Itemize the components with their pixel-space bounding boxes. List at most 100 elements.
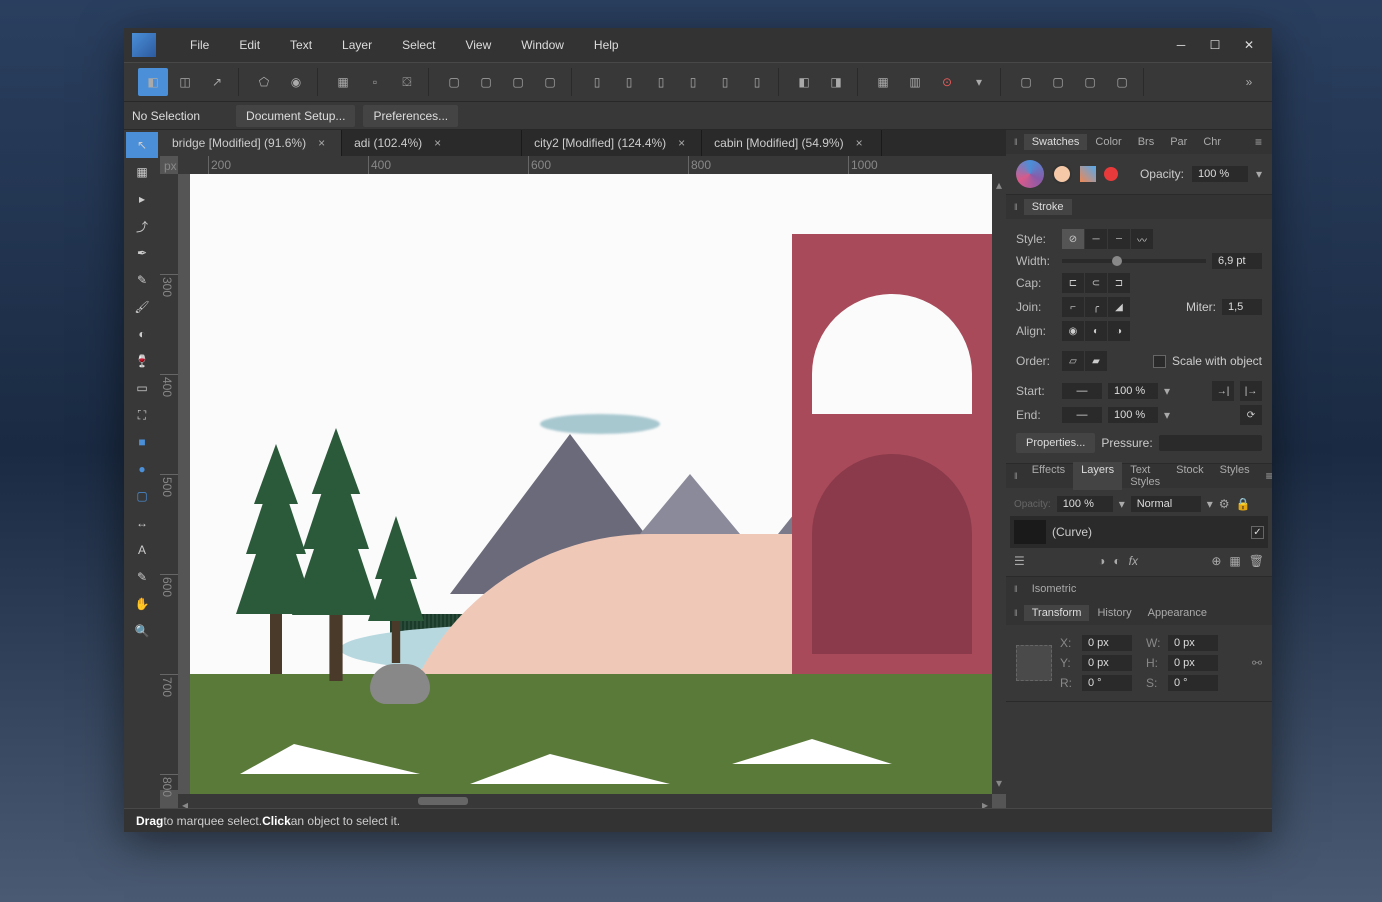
menu-view[interactable]: View <box>451 34 505 56</box>
crop-tool-icon[interactable]: ⛶ <box>126 402 158 428</box>
color-swatch-icon[interactable] <box>1016 160 1044 188</box>
dropdown-icon[interactable]: ▾ <box>1164 408 1170 422</box>
menu-text[interactable]: Text <box>276 34 326 56</box>
tab-isometric[interactable]: Isometric <box>1024 581 1085 597</box>
panel-grab-icon[interactable]: ‖ <box>1010 584 1022 594</box>
menu-edit[interactable]: Edit <box>225 34 274 56</box>
panel-grab-icon[interactable]: ‖ <box>1010 137 1022 147</box>
dropdown-icon[interactable]: ▾ <box>1119 497 1125 511</box>
order-behind-icon[interactable]: ▱ <box>1062 351 1084 371</box>
ruler-horizontal[interactable]: px 2004006008001000 <box>178 156 1006 174</box>
add-pixel-icon[interactable]: ▦ <box>1229 554 1240 568</box>
text-tool-icon[interactable]: A <box>126 537 158 563</box>
properties-button[interactable]: Properties... <box>1016 433 1095 453</box>
layer-name[interactable]: (Curve) <box>1052 525 1092 539</box>
arrow-place-end-icon[interactable]: |→ <box>1240 381 1262 401</box>
start-arrow-dropdown[interactable]: — <box>1062 383 1102 399</box>
join-round-icon[interactable]: ╭ <box>1085 297 1107 317</box>
menu-window[interactable]: Window <box>507 34 578 56</box>
preferences-button[interactable]: Preferences... <box>363 105 458 127</box>
dropdown-icon[interactable]: ▾ <box>1164 384 1170 398</box>
align-4-icon[interactable]: ▯ <box>678 68 708 96</box>
style-brush-icon[interactable]: 〰 <box>1131 229 1153 249</box>
snap-magnet-icon[interactable]: ⊙ <box>932 68 962 96</box>
persona-vector-icon[interactable]: ◫ <box>170 68 200 96</box>
document-tab[interactable]: cabin [Modified] (54.9%)× <box>702 130 882 156</box>
layer-opacity-value[interactable]: 100 % <box>1057 496 1113 512</box>
tab-close-icon[interactable]: × <box>314 136 329 150</box>
maximize-button[interactable]: ☐ <box>1200 33 1230 57</box>
hand-tool-icon[interactable]: ✋ <box>126 591 158 617</box>
tab-stroke[interactable]: Stroke <box>1024 199 1072 215</box>
transparency-tool-icon[interactable]: 🍷 <box>126 348 158 374</box>
miter-value[interactable]: 1,5 <box>1222 299 1262 315</box>
menu-help[interactable]: Help <box>580 34 633 56</box>
blend-mode-dropdown[interactable]: Normal <box>1131 496 1201 512</box>
recent-color-swatch[interactable] <box>1104 167 1118 181</box>
select-all-icon[interactable]: ▦ <box>328 68 358 96</box>
fill-tool-icon[interactable]: ◐ <box>126 321 158 347</box>
align-center-icon[interactable]: ◉ <box>1062 321 1084 341</box>
tool-b-icon[interactable]: ◉ <box>281 68 311 96</box>
h-input[interactable]: 0 px <box>1168 655 1218 671</box>
place-image-tool-icon[interactable]: ▭ <box>126 375 158 401</box>
opacity-dropdown-icon[interactable]: ▾ <box>1256 167 1262 181</box>
join-miter-icon[interactable]: ⌐ <box>1062 297 1084 317</box>
ellipse-tool-icon[interactable]: ● <box>126 456 158 482</box>
move-tool-icon[interactable]: ↖ <box>126 132 158 158</box>
cap-butt-icon[interactable]: ⊏ <box>1062 273 1084 293</box>
pencil-tool-icon[interactable]: ✎ <box>126 267 158 293</box>
align-inside-icon[interactable]: ◐ <box>1085 321 1107 341</box>
close-button[interactable]: ✕ <box>1234 33 1264 57</box>
misc-2-icon[interactable]: ▢ <box>1043 68 1073 96</box>
panel-grab-icon[interactable]: ‖ <box>1010 202 1022 212</box>
tab-stock[interactable]: Stock <box>1168 462 1212 490</box>
style-none-icon[interactable]: ⊘ <box>1062 229 1084 249</box>
fill-color-swatch[interactable] <box>1052 164 1072 184</box>
canvas[interactable] <box>190 174 992 794</box>
eyedropper-swatch-icon[interactable] <box>1080 166 1096 182</box>
arrow-place-start-icon[interactable]: →| <box>1212 381 1234 401</box>
artboard-tool-icon[interactable]: ▦ <box>126 159 158 185</box>
panel-grab-icon[interactable]: ‖ <box>1010 608 1022 618</box>
brush-tool-icon[interactable]: 🖌 <box>126 294 158 320</box>
pen-tool-icon[interactable]: ✒ <box>126 240 158 266</box>
tab-text-styles[interactable]: Text Styles <box>1122 462 1168 490</box>
end-arrow-dropdown[interactable]: — <box>1062 407 1102 423</box>
s-input[interactable]: 0 ° <box>1168 675 1218 691</box>
align-outside-icon[interactable]: ◑ <box>1108 321 1130 341</box>
scale-checkbox[interactable] <box>1153 355 1166 368</box>
align-3-icon[interactable]: ▯ <box>646 68 676 96</box>
anchor-widget[interactable] <box>1016 645 1052 681</box>
ruler-vertical[interactable]: 300400500600700800 <box>160 174 178 790</box>
tab-chr[interactable]: Chr <box>1195 134 1229 150</box>
width-slider[interactable] <box>1062 259 1206 263</box>
menu-select[interactable]: Select <box>388 34 449 56</box>
tab-effects[interactable]: Effects <box>1024 462 1073 490</box>
adjust-icon[interactable]: ◐ <box>1113 554 1120 568</box>
flip-h-icon[interactable]: ◧ <box>789 68 819 96</box>
node-tool-icon[interactable]: ▸ <box>126 186 158 212</box>
style-dash-icon[interactable]: ┄ <box>1108 229 1130 249</box>
menu-layer[interactable]: Layer <box>328 34 386 56</box>
rectangle-tool-icon[interactable]: ■ <box>126 429 158 455</box>
x-input[interactable]: 0 px <box>1082 635 1132 651</box>
panel-menu-icon[interactable]: ≡ <box>1249 135 1268 149</box>
start-pct[interactable]: 100 % <box>1108 383 1158 399</box>
arrange-3-icon[interactable]: ▢ <box>503 68 533 96</box>
link-dims-icon[interactable]: ⚯ <box>1252 656 1262 670</box>
flip-v-icon[interactable]: ◨ <box>821 68 851 96</box>
snap-guide-icon[interactable]: ▥ <box>900 68 930 96</box>
lock-icon[interactable]: 🔒 <box>1236 497 1251 511</box>
order-front-icon[interactable]: ▰ <box>1085 351 1107 371</box>
tab-par[interactable]: Par <box>1162 134 1195 150</box>
panel-menu-icon[interactable]: ≡ <box>1260 469 1272 483</box>
align-2-icon[interactable]: ▯ <box>614 68 644 96</box>
scrollbar-vertical[interactable]: ▴▾ <box>992 174 1006 794</box>
snap-grid-icon[interactable]: ▦ <box>868 68 898 96</box>
cap-round-icon[interactable]: ⊂ <box>1085 273 1107 293</box>
tab-brs[interactable]: Brs <box>1130 134 1163 150</box>
tab-color[interactable]: Color <box>1087 134 1129 150</box>
arrange-4-icon[interactable]: ▢ <box>535 68 565 96</box>
scrollbar-horizontal[interactable]: ◂▸ <box>178 794 992 808</box>
